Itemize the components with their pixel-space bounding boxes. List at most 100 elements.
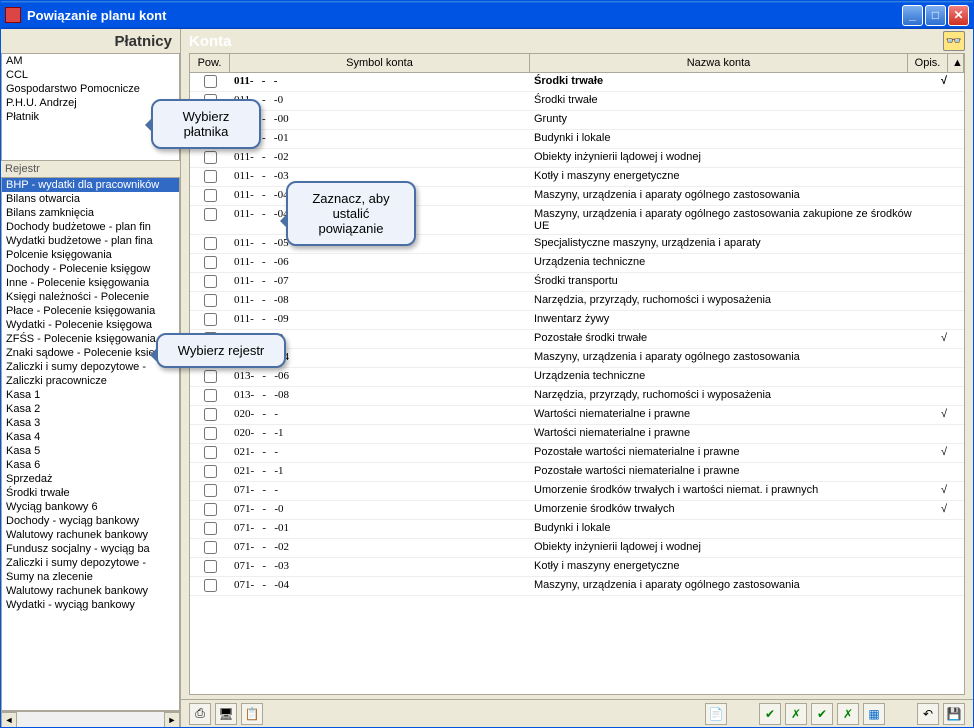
link-checkbox[interactable] bbox=[204, 446, 217, 459]
table-row[interactable]: 011- - -02Obiekty inżynierii lądowej i w… bbox=[190, 149, 964, 168]
table-row[interactable]: 011- - -0Środki trwałe bbox=[190, 92, 964, 111]
table-row[interactable]: 011- - -06Urządzenia techniczne bbox=[190, 254, 964, 273]
uncheck-one-button[interactable]: ✗ bbox=[785, 703, 807, 725]
register-item[interactable]: Wyciąg bankowy 6 bbox=[2, 500, 179, 514]
link-checkbox[interactable] bbox=[204, 541, 217, 554]
link-checkbox[interactable] bbox=[204, 75, 217, 88]
table-row[interactable]: 013- - -08Narzędzia, przyrządy, ruchomoś… bbox=[190, 387, 964, 406]
link-checkbox[interactable] bbox=[204, 522, 217, 535]
table-row[interactable]: 011- - -09Inwentarz żywy bbox=[190, 311, 964, 330]
payer-item[interactable]: CCL bbox=[2, 68, 179, 82]
link-checkbox[interactable] bbox=[204, 208, 217, 221]
table-row[interactable]: 071- - -01Budynki i lokale bbox=[190, 520, 964, 539]
table-row[interactable]: 071- - -03Kotły i maszyny energetyczne bbox=[190, 558, 964, 577]
link-checkbox[interactable] bbox=[204, 294, 217, 307]
registers-list[interactable]: BHP - wydatki dla pracownikówBilans otwa… bbox=[1, 177, 180, 711]
table-row[interactable]: 071- - -02Obiekty inżynierii lądowej i w… bbox=[190, 539, 964, 558]
table-row[interactable]: 071- - -04Maszyny, urządzenia i aparaty … bbox=[190, 577, 964, 596]
register-item[interactable]: Dochody - wyciąg bankowy bbox=[2, 514, 179, 528]
link-checkbox[interactable] bbox=[204, 256, 217, 269]
link-checkbox[interactable] bbox=[204, 151, 217, 164]
register-item[interactable]: Fundusz socjalny - wyciąg ba bbox=[2, 542, 179, 556]
table-row[interactable]: 020- - -1Wartości niematerialne i prawne bbox=[190, 425, 964, 444]
register-item[interactable]: Kasa 2 bbox=[2, 402, 179, 416]
table-row[interactable]: 021- - -1Pozostałe wartości niematerialn… bbox=[190, 463, 964, 482]
uncheck-all-button[interactable]: ✗ bbox=[837, 703, 859, 725]
register-item[interactable]: Kasa 3 bbox=[2, 416, 179, 430]
register-item[interactable]: Dochody - Polecenie księgow bbox=[2, 262, 179, 276]
table-row[interactable]: 011- - -07Środki transportu bbox=[190, 273, 964, 292]
register-item[interactable]: Polcenie księgowania bbox=[2, 248, 179, 262]
print-button[interactable]: ⎙ bbox=[189, 703, 211, 725]
screen-button[interactable]: 🖥 bbox=[215, 703, 237, 725]
payer-item[interactable]: AM bbox=[2, 54, 179, 68]
link-checkbox[interactable] bbox=[204, 427, 217, 440]
binoculars-icon[interactable]: 👓 bbox=[943, 31, 965, 51]
register-item[interactable]: Wydatki budżetowe - plan fina bbox=[2, 234, 179, 248]
register-item[interactable]: Zaliczki pracownicze bbox=[2, 374, 179, 388]
register-item[interactable]: Kasa 1 bbox=[2, 388, 179, 402]
link-checkbox[interactable] bbox=[204, 389, 217, 402]
table-body[interactable]: 011- - -Środki trwałe√011- - -0Środki tr… bbox=[190, 73, 964, 694]
register-item[interactable]: Księgi należności - Polecenie bbox=[2, 290, 179, 304]
table-row[interactable]: 071- - -0Umorzenie środków trwałych√ bbox=[190, 501, 964, 520]
table-row[interactable]: 020- - -Wartości niematerialne i prawne√ bbox=[190, 406, 964, 425]
register-item[interactable]: Środki trwałe bbox=[2, 486, 179, 500]
table-row[interactable]: 071- - -Umorzenie środków trwałych i war… bbox=[190, 482, 964, 501]
table-row[interactable]: 011- - -00Grunty bbox=[190, 111, 964, 130]
register-item[interactable]: Kasa 5 bbox=[2, 444, 179, 458]
link-checkbox[interactable] bbox=[204, 408, 217, 421]
link-checkbox[interactable] bbox=[204, 189, 217, 202]
register-item[interactable]: Wydatki - wyciąg bankowy bbox=[2, 598, 179, 612]
link-checkbox[interactable] bbox=[204, 484, 217, 497]
table-row[interactable]: 021- - -Pozostałe wartości niematerialne… bbox=[190, 444, 964, 463]
table-row[interactable]: 013- - -06Urządzenia techniczne bbox=[190, 368, 964, 387]
export-button[interactable]: 📋 bbox=[241, 703, 263, 725]
register-item[interactable]: Wydatki - Polecenie księgowa bbox=[2, 318, 179, 332]
register-item[interactable]: Walutowy rachunek bankowy bbox=[2, 528, 179, 542]
link-checkbox[interactable] bbox=[204, 275, 217, 288]
table-row[interactable]: 013- - -04Maszyny, urządzenia i aparaty … bbox=[190, 349, 964, 368]
document-button[interactable]: 📄 bbox=[705, 703, 727, 725]
maximize-button[interactable]: □ bbox=[925, 5, 946, 26]
col-pow[interactable]: Pow. bbox=[190, 54, 230, 72]
save-button[interactable]: 💾 bbox=[943, 703, 965, 725]
register-item[interactable]: Płace - Polecenie księgowania bbox=[2, 304, 179, 318]
table-row[interactable]: 011- - -01Budynki i lokale bbox=[190, 130, 964, 149]
register-item[interactable]: BHP - wydatki dla pracowników bbox=[2, 178, 179, 192]
link-checkbox[interactable] bbox=[204, 579, 217, 592]
check-all-button[interactable]: ✔ bbox=[811, 703, 833, 725]
register-item[interactable]: ZFŚS - Polecenie księgowania bbox=[2, 332, 179, 346]
link-checkbox[interactable] bbox=[204, 465, 217, 478]
col-symbol[interactable]: Symbol konta bbox=[230, 54, 530, 72]
scroll-up-arrow[interactable]: ▲ bbox=[948, 54, 964, 72]
register-item[interactable]: Inne - Polecenie księgowania bbox=[2, 276, 179, 290]
table-row[interactable]: 011- - -Środki trwałe√ bbox=[190, 73, 964, 92]
close-button[interactable]: ✕ bbox=[948, 5, 969, 26]
link-checkbox[interactable] bbox=[204, 560, 217, 573]
grid-button[interactable]: ▦ bbox=[863, 703, 885, 725]
table-row[interactable]: 011- - -08Narzędzia, przyrządy, ruchomoś… bbox=[190, 292, 964, 311]
check-one-button[interactable]: ✔ bbox=[759, 703, 781, 725]
register-item[interactable]: Zaliczki i sumy depozytowe - bbox=[2, 556, 179, 570]
link-checkbox[interactable] bbox=[204, 313, 217, 326]
link-checkbox[interactable] bbox=[204, 237, 217, 250]
scroll-left-arrow[interactable]: ◄ bbox=[1, 712, 17, 728]
register-item[interactable]: Sprzedaż bbox=[2, 472, 179, 486]
link-checkbox[interactable] bbox=[204, 170, 217, 183]
table-row[interactable]: 013- - -0Pozostałe środki trwałe√ bbox=[190, 330, 964, 349]
register-item[interactable]: Kasa 4 bbox=[2, 430, 179, 444]
register-item[interactable]: Bilans zamknięcia bbox=[2, 206, 179, 220]
register-item[interactable]: Walutowy rachunek bankowy bbox=[2, 584, 179, 598]
register-item[interactable]: Bilans otwarcia bbox=[2, 192, 179, 206]
payer-item[interactable]: Gospodarstwo Pomocnicze bbox=[2, 82, 179, 96]
link-checkbox[interactable] bbox=[204, 370, 217, 383]
link-checkbox[interactable] bbox=[204, 503, 217, 516]
col-name[interactable]: Nazwa konta bbox=[530, 54, 908, 72]
register-item[interactable]: Sumy na zlecenie bbox=[2, 570, 179, 584]
scroll-right-arrow[interactable]: ► bbox=[164, 712, 180, 728]
scroll-track[interactable] bbox=[17, 712, 164, 727]
col-opis[interactable]: Opis. bbox=[908, 54, 948, 72]
minimize-button[interactable]: _ bbox=[902, 5, 923, 26]
register-item[interactable]: Dochody budżetowe - plan fin bbox=[2, 220, 179, 234]
